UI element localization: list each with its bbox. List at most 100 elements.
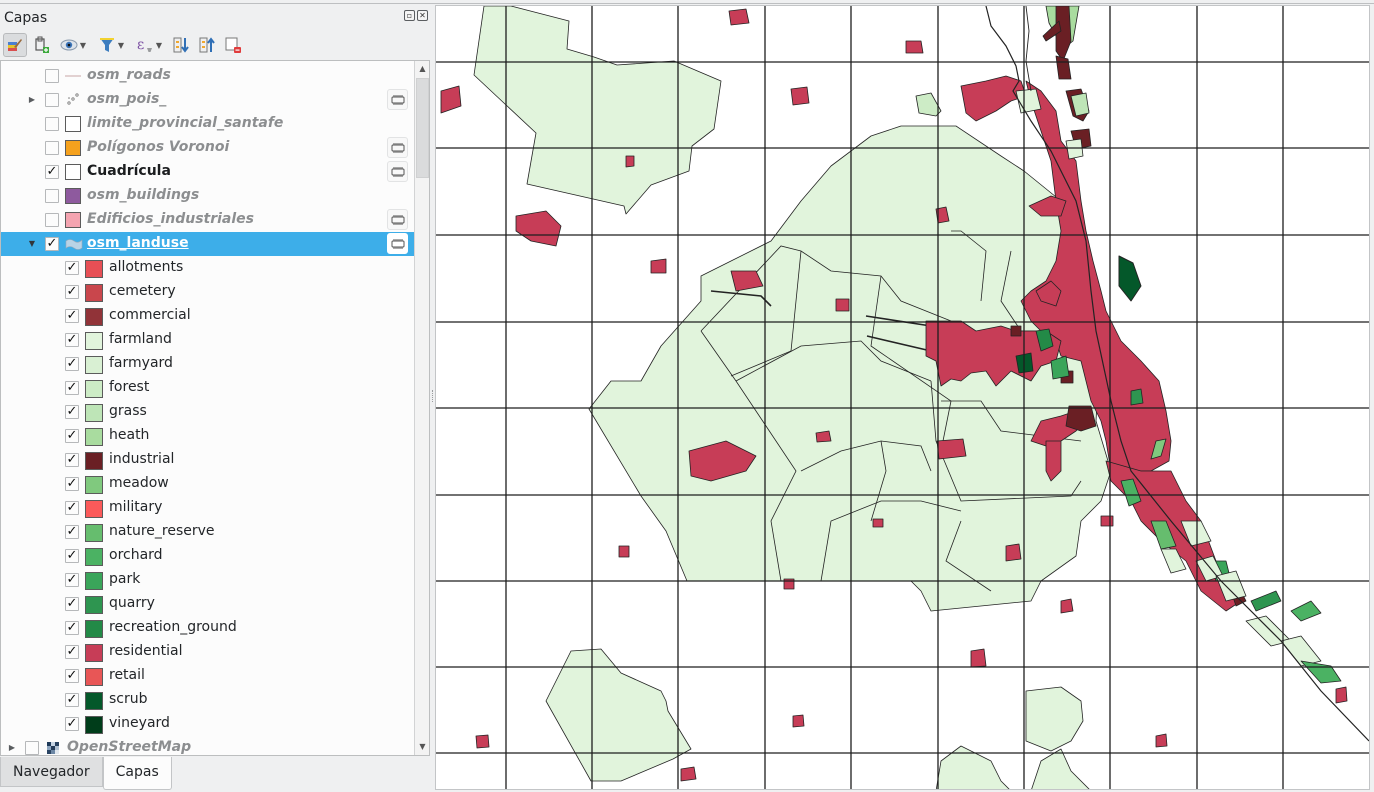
expression-filter-button[interactable]: ε ▼	[131, 33, 167, 57]
temporary-layer-indicator-icon[interactable]	[387, 209, 408, 230]
class-visibility-checkbox[interactable]: ✓	[65, 717, 79, 731]
map-canvas[interactable]	[435, 5, 1370, 790]
expand-all-icon	[173, 37, 189, 53]
visibility-menu-button[interactable]: ▼	[55, 33, 91, 57]
class-visibility-checkbox[interactable]: ✓	[65, 597, 79, 611]
map-rendering	[436, 6, 1369, 789]
legend-class-allotments[interactable]: ✓ allotments	[1, 256, 414, 280]
layer-symbol-icon	[65, 140, 81, 156]
legend-class-farmland[interactable]: ✓ farmland	[1, 328, 414, 352]
class-color-swatch	[85, 716, 103, 734]
residential-polygon	[1060, 598, 1074, 614]
layer-visibility-checkbox[interactable]	[45, 213, 59, 227]
layer-visibility-checkbox[interactable]: ✓	[45, 165, 59, 179]
layer-visibility-checkbox[interactable]	[25, 741, 39, 755]
legend-class-scrub[interactable]: ✓ scrub	[1, 688, 414, 712]
layer-row-pol-gonos-voronoi[interactable]: Polígonos Voronoi	[1, 136, 414, 160]
legend-class-retail[interactable]: ✓ retail	[1, 664, 414, 688]
legend-class-farmyard[interactable]: ✓ farmyard	[1, 352, 414, 376]
legend-class-park[interactable]: ✓ park	[1, 568, 414, 592]
layer-symbol-icon	[65, 188, 81, 204]
layers-toolbar: ▼ ▼ ε ▼	[3, 32, 245, 58]
class-color-swatch	[85, 644, 103, 662]
legend-class-nature-reserve[interactable]: ✓ nature_reserve	[1, 520, 414, 544]
style-manager-button[interactable]	[3, 33, 27, 57]
class-visibility-checkbox[interactable]: ✓	[65, 693, 79, 707]
layer-visibility-checkbox[interactable]: ✓	[45, 237, 59, 251]
class-visibility-checkbox[interactable]: ✓	[65, 477, 79, 491]
collapse-arrow-icon[interactable]: ▼	[27, 239, 37, 249]
class-visibility-checkbox[interactable]: ✓	[65, 261, 79, 275]
collapse-all-button[interactable]	[195, 33, 219, 57]
layer-visibility-checkbox[interactable]	[45, 69, 59, 83]
layer-row-osm-roads[interactable]: osm_roads	[1, 64, 414, 88]
class-visibility-checkbox[interactable]: ✓	[65, 453, 79, 467]
legend-class-vineyard[interactable]: ✓ vineyard	[1, 712, 414, 736]
class-visibility-checkbox[interactable]: ✓	[65, 357, 79, 371]
layer-visibility-checkbox[interactable]	[45, 141, 59, 155]
class-visibility-checkbox[interactable]: ✓	[65, 501, 79, 515]
industrial-polygon	[1010, 325, 1022, 337]
layer-symbol-icon	[65, 116, 81, 132]
legend-class-industrial[interactable]: ✓ industrial	[1, 448, 414, 472]
expand-arrow-icon[interactable]: ▶	[27, 95, 37, 105]
legend-class-grass[interactable]: ✓ grass	[1, 400, 414, 424]
panel-splitter-handle[interactable]	[432, 390, 434, 402]
temporary-layer-indicator-icon[interactable]	[387, 137, 408, 158]
expand-arrow-icon[interactable]: ▶	[7, 743, 17, 753]
class-visibility-checkbox[interactable]: ✓	[65, 429, 79, 443]
layer-row-osm-buildings[interactable]: osm_buildings	[1, 184, 414, 208]
class-visibility-checkbox[interactable]: ✓	[65, 309, 79, 323]
class-visibility-checkbox[interactable]: ✓	[65, 285, 79, 299]
temporary-layer-indicator-icon[interactable]	[387, 89, 408, 110]
scrollbar-thumb[interactable]	[416, 78, 429, 178]
close-panel-button[interactable]: ✕	[417, 10, 428, 21]
layer-visibility-checkbox[interactable]	[45, 93, 59, 107]
layer-row-osm-pois-[interactable]: ▶ osm_pois_	[1, 88, 414, 112]
orchard-polygon	[1300, 660, 1342, 684]
legend-class-commercial[interactable]: ✓ commercial	[1, 304, 414, 328]
class-visibility-checkbox[interactable]: ✓	[65, 381, 79, 395]
layer-row-cuadr-cula[interactable]: ✓ Cuadrícula	[1, 160, 414, 184]
legend-class-cemetery[interactable]: ✓ cemetery	[1, 280, 414, 304]
class-visibility-checkbox[interactable]: ✓	[65, 333, 79, 347]
class-visibility-checkbox[interactable]: ✓	[65, 405, 79, 419]
legend-class-recreation-ground[interactable]: ✓ recreation_ground	[1, 616, 414, 640]
float-panel-button[interactable]: ▫	[404, 10, 415, 21]
categorized-renderer-icon	[65, 236, 83, 252]
layer-row-osm-landuse[interactable]: ▼ ✓ osm_landuse	[1, 232, 414, 256]
class-visibility-checkbox[interactable]: ✓	[65, 621, 79, 635]
legend-class-meadow[interactable]: ✓ meadow	[1, 472, 414, 496]
tab-navegador[interactable]: Navegador	[0, 757, 103, 787]
class-visibility-checkbox[interactable]: ✓	[65, 525, 79, 539]
expand-all-button[interactable]	[169, 33, 193, 57]
temporary-layer-indicator-icon[interactable]	[387, 233, 408, 254]
legend-class-heath[interactable]: ✓ heath	[1, 424, 414, 448]
class-label: cemetery	[109, 283, 176, 299]
layer-row-openstreetmap[interactable]: ▶ OpenStreetMap	[1, 736, 414, 755]
layer-visibility-checkbox[interactable]	[45, 189, 59, 203]
class-visibility-checkbox[interactable]: ✓	[65, 669, 79, 683]
legend-class-forest[interactable]: ✓ forest	[1, 376, 414, 400]
eye-icon	[60, 39, 78, 51]
filter-legend-button[interactable]: ▼	[93, 33, 129, 57]
legend-class-orchard[interactable]: ✓ orchard	[1, 544, 414, 568]
scroll-down-arrow-icon[interactable]: ▼	[415, 739, 429, 755]
temporary-layer-indicator-icon[interactable]	[387, 161, 408, 182]
layer-row-limite-provincial-santafe[interactable]: limite_provincial_santafe	[1, 112, 414, 136]
remove-layer-button[interactable]	[221, 33, 245, 57]
class-color-swatch	[85, 620, 103, 638]
legend-class-military[interactable]: ✓ military	[1, 496, 414, 520]
layer-tree-scrollbar[interactable]: ▲ ▼	[414, 61, 429, 755]
class-visibility-checkbox[interactable]: ✓	[65, 549, 79, 563]
class-visibility-checkbox[interactable]: ✓	[65, 645, 79, 659]
legend-class-quarry[interactable]: ✓ quarry	[1, 592, 414, 616]
layer-visibility-checkbox[interactable]	[45, 117, 59, 131]
add-group-button[interactable]	[29, 33, 53, 57]
scroll-up-arrow-icon[interactable]: ▲	[415, 61, 429, 77]
quarry-polygon	[1130, 388, 1144, 406]
layer-row-edificios-industriales[interactable]: Edificios_industriales	[1, 208, 414, 232]
tab-capas[interactable]: Capas	[102, 757, 172, 790]
class-visibility-checkbox[interactable]: ✓	[65, 573, 79, 587]
legend-class-residential[interactable]: ✓ residential	[1, 640, 414, 664]
